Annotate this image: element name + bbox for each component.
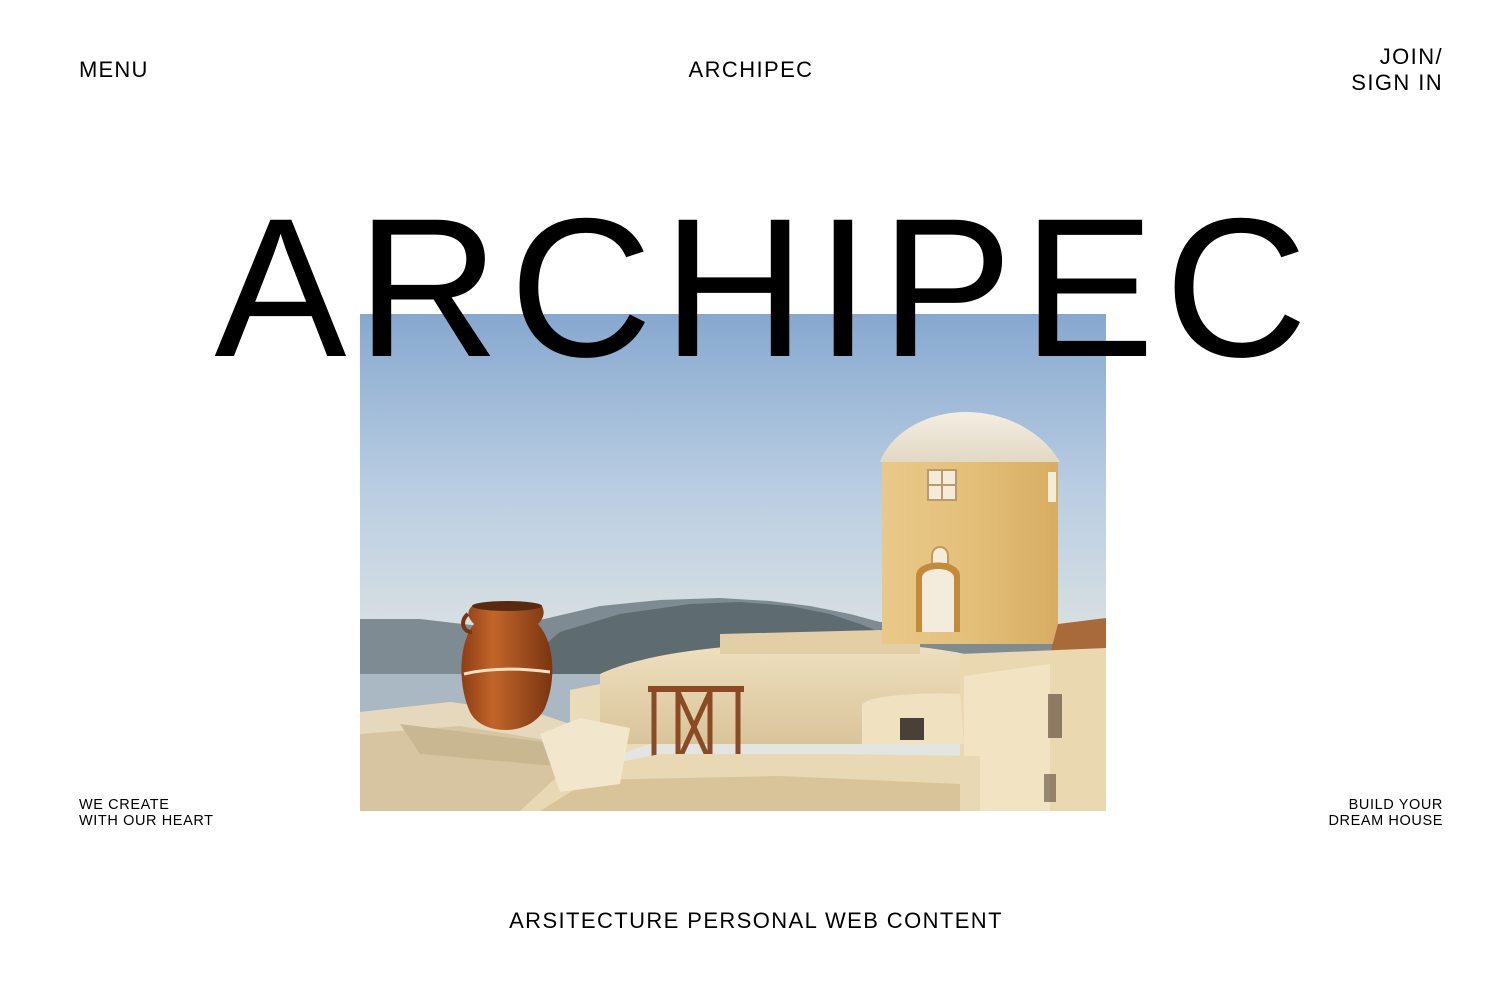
tagline-right-line2: DREAM HOUSE [1328, 813, 1443, 829]
tagline-left-line2: WITH OUR HEART [79, 813, 214, 829]
hero-title: ARCHIPEC [214, 177, 1318, 398]
page-subtitle: ARSITECTURE PERSONAL WEB CONTENT [509, 908, 1003, 933]
tagline-left: WE CREATE WITH OUR HEART [79, 797, 214, 829]
tagline-right-line1: BUILD YOUR [1348, 797, 1443, 813]
sign-in-label: SIGN IN [1351, 70, 1443, 95]
join-label: JOIN/ [1379, 44, 1443, 69]
brand-logo[interactable]: ARCHIPEC [0, 57, 1502, 83]
tagline-right: BUILD YOUR DREAM HOUSE [1328, 797, 1443, 829]
tagline-left-line1: WE CREATE [79, 797, 170, 813]
join-sign-in-link[interactable]: JOIN/ SIGN IN [1351, 44, 1443, 96]
